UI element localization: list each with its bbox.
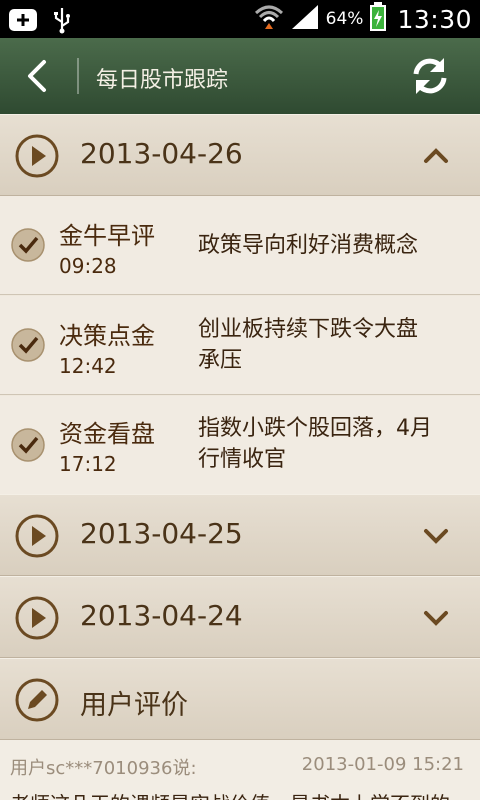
list-item[interactable]: 资金看盘 17:12 指数小跌个股回落，4月 行情收官 xyxy=(0,396,480,495)
comment-text: 老师这几天的课频是实战价值，是书本上学不到的 xyxy=(10,788,450,800)
wifi-icon xyxy=(254,3,284,35)
item-time: 12:42 xyxy=(59,354,117,378)
app-header: 每日股市跟踪 xyxy=(0,38,480,114)
battery-percent: 64% xyxy=(325,9,364,29)
list-item[interactable]: 决策点金 12:42 创业板持续下跌令大盘 承压 xyxy=(0,296,480,395)
item-time: 17:12 xyxy=(59,452,117,476)
section-date: 2013-04-24 xyxy=(80,599,243,632)
battery-charging-icon xyxy=(369,2,387,36)
comment-date: 2013-01-09 15:21 xyxy=(301,754,464,775)
play-icon xyxy=(15,134,59,178)
refresh-icon xyxy=(413,58,447,94)
play-icon xyxy=(15,514,59,558)
check-icon xyxy=(11,428,45,462)
status-bar: 64% 13:30 xyxy=(0,0,480,38)
check-icon xyxy=(11,328,45,362)
check-icon xyxy=(11,228,45,262)
item-headline: 政策导向利好消费概念 xyxy=(198,233,419,258)
list-item[interactable]: 金牛早评 09:28 政策导向利好消费概念 xyxy=(0,196,480,295)
add-notification-icon xyxy=(8,7,38,37)
page-title: 每日股市跟踪 xyxy=(96,68,229,93)
pencil-icon xyxy=(15,678,59,722)
chevron-left-icon xyxy=(28,60,46,92)
play-icon xyxy=(15,596,59,640)
date-section-2013-04-25[interactable]: 2013-04-25 xyxy=(0,494,480,576)
clock: 13:30 xyxy=(397,4,472,34)
section-date: 2013-04-26 xyxy=(80,137,243,170)
review-title: 用户评价 xyxy=(80,690,188,721)
chevron-down-icon xyxy=(424,529,448,544)
usb-icon xyxy=(52,6,72,38)
date-section-2013-04-26[interactable]: 2013-04-26 xyxy=(0,114,480,196)
user-review-section[interactable]: 用户评价 xyxy=(0,658,480,740)
chevron-up-icon xyxy=(424,148,448,163)
comment-user: 用户sc***7010936说: xyxy=(10,758,197,779)
back-button[interactable] xyxy=(18,54,58,98)
item-headline-line2: 承压 xyxy=(198,348,243,373)
item-headline-line1: 创业板持续下跌令大盘 xyxy=(198,317,419,342)
date-section-2013-04-24[interactable]: 2013-04-24 xyxy=(0,576,480,658)
item-category: 决策点金 xyxy=(59,322,155,350)
review-comment: 用户sc***7010936说: 2013-01-09 15:21 老师这几天的… xyxy=(0,740,480,800)
refresh-button[interactable] xyxy=(408,54,452,98)
header-divider xyxy=(77,58,79,94)
signal-icon xyxy=(290,3,320,35)
item-time: 09:28 xyxy=(59,254,117,278)
item-category: 金牛早评 xyxy=(59,222,155,250)
item-headline-line1: 指数小跌个股回落，4月 xyxy=(198,416,432,441)
item-category: 资金看盘 xyxy=(59,420,155,448)
section-date: 2013-04-25 xyxy=(80,517,243,550)
chevron-down-icon xyxy=(424,611,448,626)
item-headline-line2: 行情收官 xyxy=(198,447,287,472)
